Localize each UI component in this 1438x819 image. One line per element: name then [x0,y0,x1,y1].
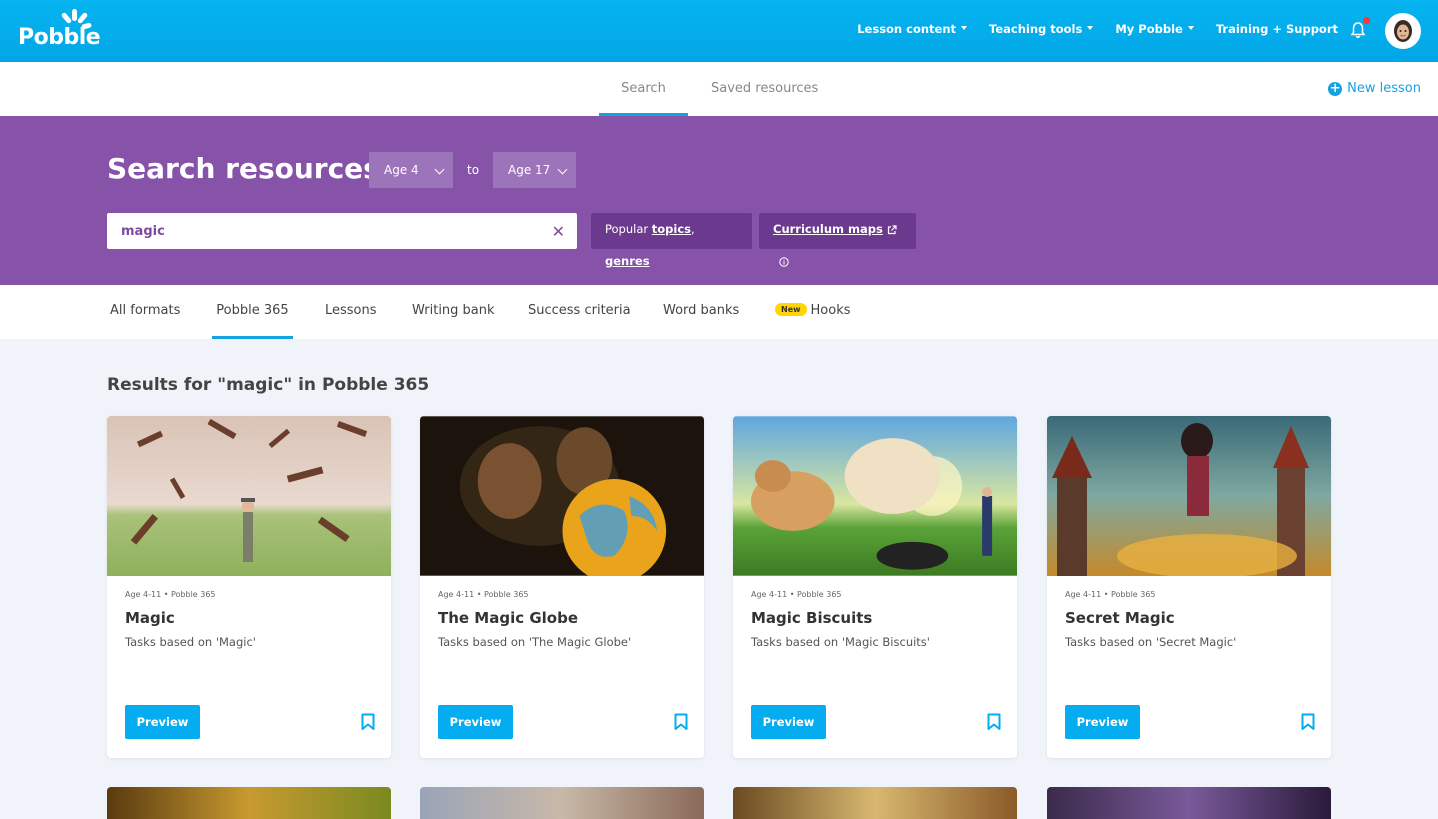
notification-bell-icon[interactable] [1350,21,1366,39]
chevron-down-icon [434,164,445,175]
resource-card-partial[interactable] [420,787,704,819]
nav-training-support[interactable]: Training + Support [1216,22,1338,36]
curriculum-maps-pill: Curriculum maps [759,213,916,267]
nav-my-pobble[interactable]: My Pobble [1115,22,1194,36]
secondary-nav: Search Saved resources + New lesson [0,62,1438,116]
age-to-select[interactable]: Age 17 [493,152,576,188]
results-heading: Results for "magic" in Pobble 365 [107,375,430,395]
age-from-select[interactable]: Age 4 [369,152,453,188]
resource-card[interactable]: Age 4-11 • Pobble 365 Magic Tasks based … [107,416,391,758]
card-image-magic-biscuits [733,416,1017,576]
tab-writing-bank[interactable]: Writing bank [412,285,495,339]
caret-down-icon [961,25,968,30]
format-tabs: All formats Pobble 365 Lessons Writing b… [0,285,1438,339]
popular-topics-link[interactable]: topics [652,222,691,236]
chevron-down-icon [557,164,568,175]
clear-search-icon[interactable]: ✕ [552,222,565,241]
card-description: Tasks based on 'Secret Magic' [1065,635,1237,649]
user-avatar[interactable] [1385,13,1421,49]
new-badge: New [775,303,807,316]
nav-teaching-tools[interactable]: Teaching tools [989,22,1094,36]
preview-button[interactable]: Preview [751,705,826,739]
search-hero: Search resources Age 4 to Age 17 ✕ Popul… [0,116,1438,285]
preview-button[interactable]: Preview [125,705,200,739]
resource-card[interactable]: Age 4-11 • Pobble 365 The Magic Globe Ta… [420,416,704,758]
top-navbar: Pobble Lesson content Teaching tools My … [0,0,1438,62]
preview-button[interactable]: Preview [1065,705,1140,739]
card-image-secret-magic [1047,416,1331,576]
card-title[interactable]: Secret Magic [1065,609,1175,627]
tab-saved-resources[interactable]: Saved resources [711,62,818,116]
notification-dot [1363,17,1370,24]
bookmark-icon[interactable] [1301,713,1315,731]
popular-genres-link[interactable]: genres [605,254,650,268]
popular-links: Popular topics, genres [591,213,752,268]
card-meta: Age 4-11 • Pobble 365 [125,590,216,599]
bookmark-icon[interactable] [987,713,1001,731]
caret-down-icon [1187,25,1194,30]
card-title[interactable]: The Magic Globe [438,609,578,627]
resource-card-partial[interactable] [733,787,1017,819]
curriculum-maps-link[interactable]: Curriculum maps [773,222,883,236]
nav-lesson-content[interactable]: Lesson content [857,22,968,36]
card-title[interactable]: Magic Biscuits [751,609,872,627]
tab-word-banks[interactable]: Word banks [663,285,739,339]
page-title: Search resources [107,152,380,185]
age-range-separator: to [467,163,480,177]
resource-card[interactable]: Age 4-11 • Pobble 365 Secret Magic Tasks… [1047,416,1331,758]
plus-circle-icon: + [1328,80,1343,96]
tab-search[interactable]: Search [599,62,688,116]
card-image-flying-chairs [107,416,391,576]
card-description: Tasks based on 'The Magic Globe' [438,635,632,649]
tab-lessons[interactable]: Lessons [325,285,377,339]
tab-success-criteria[interactable]: Success criteria [528,285,631,339]
pobble-logo[interactable]: Pobble [18,9,101,53]
tab-pobble-365[interactable]: Pobble 365 [212,285,293,339]
tab-hooks[interactable]: New Hooks [775,285,851,339]
resource-card-partial[interactable] [1047,787,1331,819]
search-box: ✕ [107,213,577,249]
external-link-icon [887,224,897,234]
preview-button[interactable]: Preview [438,705,513,739]
tab-all-formats[interactable]: All formats [110,285,180,339]
search-input[interactable] [107,213,537,249]
info-icon[interactable] [779,256,789,267]
card-description: Tasks based on 'Magic' [125,635,256,649]
card-meta: Age 4-11 • Pobble 365 [438,590,529,599]
caret-down-icon [1087,25,1094,30]
resource-card-partial[interactable] [107,787,391,819]
new-lesson-button[interactable]: + New lesson [1328,81,1421,96]
bookmark-icon[interactable] [674,713,688,731]
card-description: Tasks based on 'Magic Biscuits' [751,635,930,649]
card-title[interactable]: Magic [125,609,175,627]
avatar-face-icon [1387,15,1419,47]
main-menu: Lesson content Teaching tools My Pobble … [835,22,1338,36]
card-image-magic-globe [420,416,704,576]
card-meta: Age 4-11 • Pobble 365 [751,590,842,599]
bookmark-icon[interactable] [361,713,375,731]
resource-card[interactable]: Age 4-11 • Pobble 365 Magic Biscuits Tas… [733,416,1017,758]
logo-wordmark: Pobble [18,25,101,50]
card-meta: Age 4-11 • Pobble 365 [1065,590,1156,599]
